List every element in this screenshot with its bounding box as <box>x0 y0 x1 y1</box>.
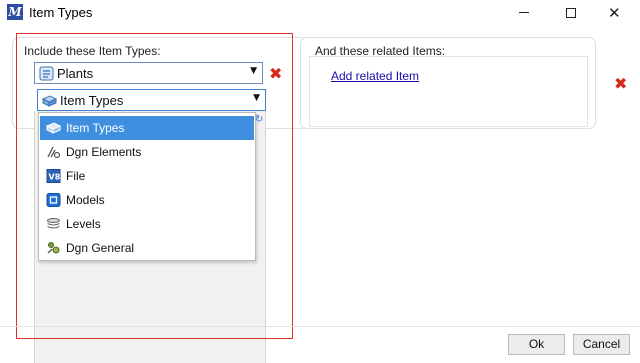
plants-combo-value: Plants <box>57 66 94 81</box>
dropdown-option-dgn-general[interactable]: Dgn General <box>40 236 254 260</box>
dropdown-option-levels[interactable]: Levels <box>40 212 254 236</box>
plants-icon <box>39 66 54 81</box>
option-label: Models <box>66 193 105 207</box>
option-label: Dgn Elements <box>66 145 142 159</box>
plants-combo[interactable]: Plants ▼ <box>34 62 263 84</box>
item-types-icon <box>42 95 57 107</box>
option-label: Levels <box>66 217 101 231</box>
remove-item-type-icon[interactable]: ✖ <box>269 66 282 82</box>
close-icon: ✕ <box>608 4 621 22</box>
refresh-icon: ↻ <box>255 114 264 125</box>
option-label: Dgn General <box>66 241 135 255</box>
dgn-general-icon <box>47 242 60 254</box>
remove-related-item-icon[interactable]: ✖ <box>614 76 627 92</box>
item-types-dialog: M Item Types ✕ Include these Item Types:… <box>0 0 640 363</box>
dropdown-option-item-types[interactable]: Item Types <box>40 116 254 140</box>
models-icon <box>46 193 61 207</box>
app-logo-icon: M <box>7 4 23 20</box>
window-title: Item Types <box>29 5 93 20</box>
dropdown-option-file[interactable]: V8 File <box>40 164 254 188</box>
dropdown-option-dgn-elements[interactable]: Dgn Elements <box>40 140 254 164</box>
footer-divider <box>0 326 640 327</box>
levels-icon <box>47 218 60 229</box>
maximize-button[interactable] <box>548 0 594 26</box>
related-items-list <box>309 56 588 127</box>
option-label: File <box>66 169 86 183</box>
ok-button[interactable]: Ok <box>508 334 565 355</box>
dropdown-option-models[interactable]: Models <box>40 188 254 212</box>
cancel-button[interactable]: Cancel <box>573 334 630 355</box>
svg-text:V8: V8 <box>49 173 61 182</box>
close-button[interactable]: ✕ <box>594 0 640 26</box>
chevron-down-icon: ▼ <box>250 66 257 76</box>
minimize-icon <box>519 12 529 13</box>
item-types-combo-value: Item Types <box>60 93 124 108</box>
title-bar: M Item Types ✕ <box>0 0 640 26</box>
dgn-elements-icon <box>47 146 61 159</box>
item-types-icon <box>46 122 61 134</box>
include-item-types-label: Include these Item Types: <box>24 44 161 58</box>
option-label: Item Types <box>66 121 125 135</box>
chevron-down-icon: ▼ <box>253 93 260 103</box>
add-related-item-link[interactable]: Add related Item <box>331 69 419 83</box>
item-types-dropdown: Item Types Dgn Elements V8 File Models L… <box>38 112 256 261</box>
file-icon: V8 <box>46 169 61 183</box>
item-types-combo[interactable]: Item Types ▼ <box>37 89 266 111</box>
maximize-icon <box>566 8 576 18</box>
minimize-button[interactable] <box>501 0 547 26</box>
